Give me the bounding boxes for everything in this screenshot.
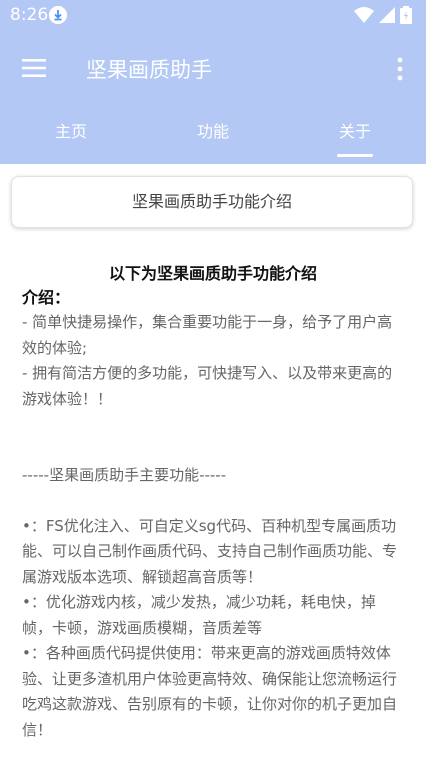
section-title: -----坚果画质助手主要功能----- [22, 466, 227, 484]
status-bar: 8:26 [0, 0, 426, 30]
tab-indicator [337, 154, 373, 157]
intro-label: 介绍： [22, 288, 71, 307]
tab-about[interactable]: 关于 [295, 118, 415, 142]
intro-line: - 拥有简洁方便的多功能，可快捷写入、以及带来更高的游戏体验！！ [22, 364, 393, 408]
wifi-icon [353, 7, 374, 23]
status-indicators [353, 6, 412, 28]
content-heading: 以下为坚果画质助手功能介绍 [108, 264, 317, 283]
feature-item: •：优化游戏内核，减少发热，减少功耗，耗电快，掉帧，卡顿，游戏画质模糊，音质差等 [22, 593, 376, 637]
hamburger-menu-icon[interactable] [22, 59, 46, 77]
download-notification-icon [49, 6, 67, 24]
tab-functions[interactable]: 功能 [153, 118, 273, 142]
more-options-icon[interactable] [396, 57, 404, 81]
battery-icon [400, 6, 412, 24]
app-bar: 坚果画质助手 主页 功能 关于 [0, 30, 426, 164]
tab-home[interactable]: 主页 [11, 118, 131, 142]
intro-line: - 简单快捷易操作，集合重要功能于一身，给予了用户高效的体验; [22, 313, 393, 357]
about-content: 以下为坚果画质助手功能介绍 介绍： - 简单快捷易操作，集合重要功能于一身，给予… [22, 262, 404, 743]
status-time: 8:26 [10, 5, 49, 25]
feature-item: •：FS优化注入、可自定义sg代码、百种机型专属画质功能、可以自己制作画质代码、… [22, 516, 398, 586]
signal-icon [378, 7, 395, 23]
app-title: 坚果画质助手 [86, 58, 212, 82]
feature-intro-card[interactable]: 坚果画质助手功能介绍 [11, 176, 413, 228]
feature-item: •：各种画质代码提供使用：带来更高的游戏画质特效体验、让更多渣机用户体验更高特效… [22, 644, 398, 739]
